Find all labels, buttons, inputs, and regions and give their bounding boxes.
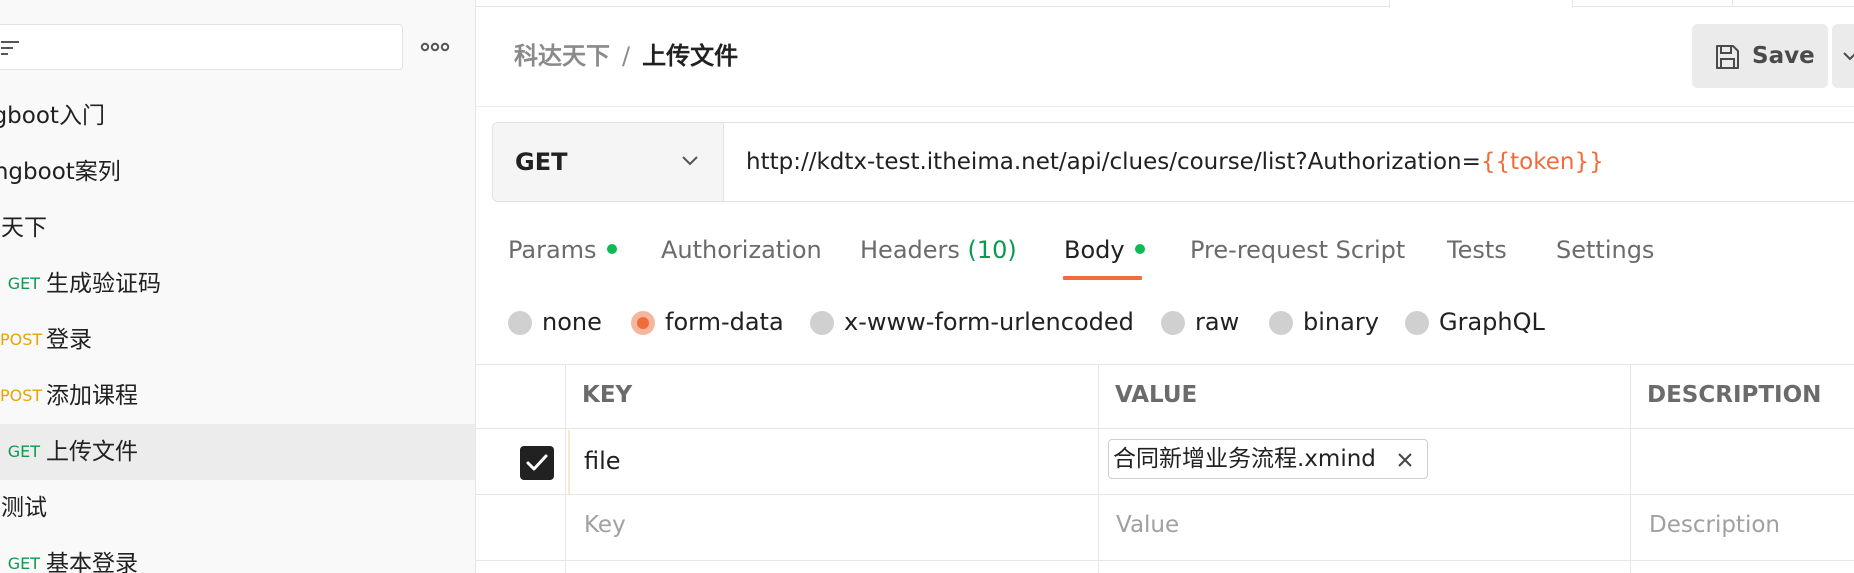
row-enabled-checkbox[interactable] bbox=[520, 446, 554, 480]
tab-headers[interactable]: Headers (10) bbox=[860, 228, 1017, 272]
breadcrumb-current[interactable]: 上传文件 bbox=[642, 42, 738, 70]
url-text: http://kdtx-test.itheima.net/api/clues/c… bbox=[746, 149, 1481, 175]
method-badge: GET bbox=[7, 554, 40, 573]
radio-label: GraphQL bbox=[1439, 308, 1545, 336]
method-badge: POST bbox=[0, 330, 43, 349]
sidebar-folder-item[interactable]: ringboot案列 bbox=[0, 144, 475, 200]
radio-checked-icon bbox=[631, 311, 655, 335]
save-label: Save bbox=[1752, 43, 1815, 69]
file-chip-name: 合同新增业务流程.xmind bbox=[1113, 446, 1376, 472]
save-options-button[interactable] bbox=[1832, 24, 1854, 88]
tab-prerequest-label: Pre-request Script bbox=[1190, 236, 1406, 264]
request-name: 上传文件 bbox=[46, 439, 138, 465]
new-description-input[interactable]: Description bbox=[1649, 502, 1780, 548]
breadcrumb-parent[interactable]: 科达天下 bbox=[514, 42, 610, 70]
tab-authorization-label: Authorization bbox=[661, 236, 822, 264]
tab-active[interactable] bbox=[1389, 0, 1573, 8]
tab-inactive[interactable] bbox=[1573, 0, 1733, 7]
table-header-border bbox=[476, 428, 1854, 429]
active-tab-indicator bbox=[1063, 276, 1142, 280]
request-name: 登录 bbox=[46, 327, 92, 353]
more-horizontal-icon[interactable] bbox=[419, 37, 451, 57]
tab-body[interactable]: Body bbox=[1064, 228, 1145, 272]
tab-prerequest-script[interactable]: Pre-request Script bbox=[1190, 228, 1405, 272]
sidebar-request-item[interactable]: GET 生成验证码 bbox=[0, 256, 475, 312]
filter-icon[interactable] bbox=[1, 39, 19, 57]
radio-label: form-data bbox=[665, 308, 784, 336]
sidebar-request-item[interactable]: POST 添加课程 bbox=[0, 368, 475, 424]
table-column-divider bbox=[565, 364, 566, 573]
table-column-divider bbox=[1098, 364, 1099, 573]
sidebar-folder-item[interactable]: 达天下 bbox=[0, 200, 475, 256]
column-header-key: KEY bbox=[582, 382, 633, 408]
close-icon[interactable] bbox=[1395, 450, 1415, 470]
method-select-value: GET bbox=[515, 148, 568, 176]
method-select[interactable]: GET bbox=[493, 123, 724, 201]
radio-label: raw bbox=[1195, 308, 1240, 336]
new-value-input[interactable]: Value bbox=[1116, 502, 1179, 548]
column-header-value: VALUE bbox=[1115, 382, 1198, 408]
table-row-border bbox=[476, 560, 1854, 561]
radio-label: binary bbox=[1303, 308, 1379, 336]
tab-settings[interactable]: Settings bbox=[1556, 228, 1654, 272]
radio-icon bbox=[1269, 311, 1293, 335]
file-chip[interactable]: 合同新增业务流程.xmind bbox=[1108, 439, 1428, 479]
chevron-down-icon bbox=[1843, 52, 1854, 61]
key-cell[interactable]: file bbox=[584, 438, 621, 484]
radio-label: x-www-form-urlencoded bbox=[844, 308, 1134, 336]
status-dot-icon bbox=[1134, 244, 1145, 254]
key-cell-edge bbox=[568, 430, 570, 494]
tab-params-label: Params bbox=[508, 236, 597, 264]
tab-headers-label: Headers bbox=[860, 236, 960, 264]
method-badge: GET bbox=[7, 274, 40, 293]
tab-tests-label: Tests bbox=[1447, 236, 1507, 264]
folder-name: 达天下 bbox=[0, 215, 47, 241]
folder-name: ngboot入门 bbox=[0, 103, 105, 129]
save-button[interactable]: Save bbox=[1692, 24, 1828, 88]
breadcrumb-separator: / bbox=[622, 42, 631, 70]
app-root: ngboot入门 ringboot案列 达天下 GET 生成验证码 POST 登… bbox=[0, 0, 1854, 573]
tab-settings-label: Settings bbox=[1556, 236, 1655, 264]
radio-icon bbox=[810, 311, 834, 335]
new-key-input[interactable]: Key bbox=[584, 502, 626, 548]
radio-label: none bbox=[542, 308, 602, 336]
method-badge: POST bbox=[0, 386, 43, 405]
sidebar-folder-item[interactable]: ngboot入门 bbox=[0, 88, 475, 144]
radio-icon bbox=[508, 311, 532, 335]
request-name: 添加课程 bbox=[46, 383, 138, 409]
radio-icon bbox=[1405, 311, 1429, 335]
table-top-border bbox=[476, 364, 1854, 365]
url-input[interactable]: http://kdtx-test.itheima.net/api/clues/c… bbox=[746, 123, 1604, 201]
method-badge: GET bbox=[7, 442, 40, 461]
collections-sidebar: ngboot入门 ringboot案列 达天下 GET 生成验证码 POST 登… bbox=[0, 0, 476, 573]
breadcrumb: 科达天下 / 上传文件 bbox=[514, 36, 738, 76]
sidebar-request-item[interactable]: GET 基本登录 bbox=[0, 536, 475, 573]
table-column-divider bbox=[1630, 364, 1631, 573]
status-dot-icon bbox=[606, 244, 617, 254]
radio-icon bbox=[1161, 311, 1185, 335]
sidebar-request-item[interactable]: POST 登录 bbox=[0, 312, 475, 368]
headers-count: (10) bbox=[967, 236, 1017, 264]
table-row-border bbox=[476, 494, 1854, 495]
tab-tests[interactable]: Tests bbox=[1447, 228, 1507, 272]
column-header-description: DESCRIPTION bbox=[1647, 382, 1822, 408]
folder-name: ringboot案列 bbox=[0, 159, 121, 185]
tab-authorization[interactable]: Authorization bbox=[661, 228, 822, 272]
sidebar-search-input[interactable] bbox=[0, 24, 403, 70]
chevron-down-icon bbox=[682, 156, 698, 166]
checkmark-icon bbox=[526, 454, 548, 471]
request-name: 生成验证码 bbox=[46, 271, 161, 297]
request-name: 基本登录 bbox=[46, 551, 138, 573]
url-variable: {{token}} bbox=[1480, 149, 1604, 175]
sidebar-request-item-selected[interactable]: GET 上传文件 bbox=[0, 424, 475, 480]
save-disk-icon bbox=[1716, 45, 1739, 69]
tab-params[interactable]: Params bbox=[508, 228, 617, 272]
request-url-bar: GET http://kdtx-test.itheima.net/api/clu… bbox=[492, 122, 1854, 202]
header-divider bbox=[476, 106, 1854, 107]
tab-body-label: Body bbox=[1064, 236, 1125, 264]
folder-name: 件测试 bbox=[0, 495, 47, 521]
sidebar-folder-item[interactable]: 件测试 bbox=[0, 480, 475, 536]
